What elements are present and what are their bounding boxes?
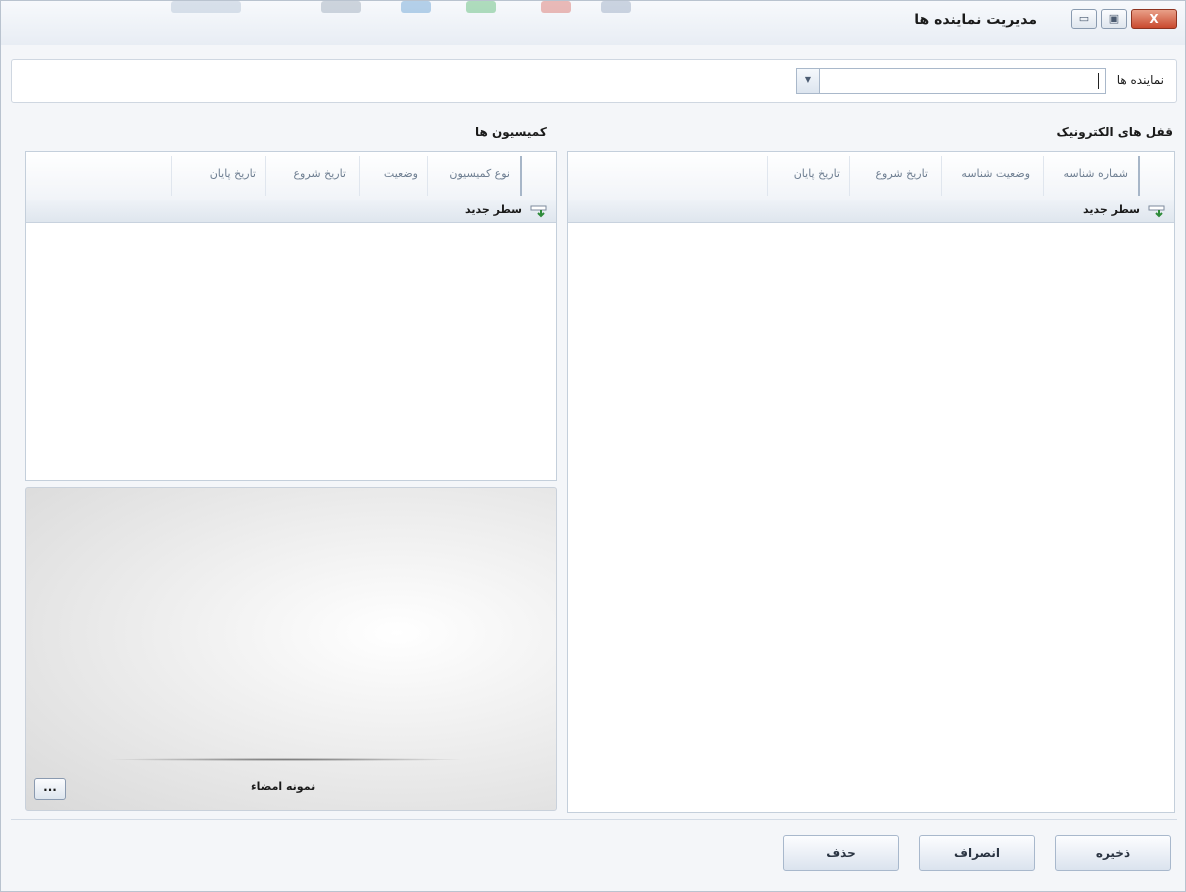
- commissions-section-title: کمیسیون ها: [475, 125, 547, 139]
- window-title: مدیریت نماینده ها: [914, 12, 1037, 28]
- browse-signature-button[interactable]: ...: [34, 778, 66, 800]
- commissions-col-end-date[interactable]: تاریخ پایان: [210, 167, 256, 180]
- locks-col-id-number[interactable]: شماره شناسه: [1063, 167, 1128, 180]
- footer-divider: [11, 819, 1177, 820]
- locks-section-title: قفل های الکترونیک: [1056, 125, 1174, 139]
- locks-col-end-date[interactable]: تاریخ پایان: [794, 167, 840, 180]
- background-app-strip: [171, 1, 651, 15]
- delete-button[interactable]: حذف: [783, 835, 899, 871]
- commissions-col-start-date[interactable]: تاریخ شروع: [293, 167, 346, 180]
- commissions-new-row-label: سطر جدید: [465, 203, 522, 216]
- close-button[interactable]: X: [1131, 9, 1177, 29]
- locks-grid[interactable]: شماره شناسه وضعیت شناسه تاریخ شروع تاریخ…: [567, 151, 1175, 813]
- agents-management-window: مدیریت نماینده ها ▭ ▣ X نماینده ها ▼ قفل…: [0, 0, 1186, 892]
- title-bar: مدیریت نماینده ها ▭ ▣ X: [1, 1, 1185, 45]
- chevron-down-icon[interactable]: ▼: [797, 69, 820, 93]
- maximize-button[interactable]: ▣: [1101, 9, 1127, 29]
- locks-new-row-label: سطر جدید: [1083, 203, 1140, 216]
- cancel-button[interactable]: انصراف: [919, 835, 1035, 871]
- locks-new-row[interactable]: سطر جدید: [568, 200, 1174, 223]
- commissions-new-row[interactable]: سطر جدید: [26, 200, 556, 223]
- commissions-grid[interactable]: نوع کمیسیون وضعیت تاریخ شروع تاریخ پایان…: [25, 151, 557, 481]
- new-row-icon: [1148, 205, 1165, 218]
- commissions-col-status[interactable]: وضعیت: [384, 167, 418, 180]
- locks-col-id-status[interactable]: وضعیت شناسه: [961, 167, 1030, 180]
- commissions-grid-header: نوع کمیسیون وضعیت تاریخ شروع تاریخ پایان: [26, 152, 556, 201]
- locks-col-start-date[interactable]: تاریخ شروع: [875, 167, 928, 180]
- signature-baseline: [106, 758, 466, 761]
- new-row-icon: [530, 205, 547, 218]
- signature-sample-label: نمونه امضاء: [251, 780, 316, 793]
- commissions-col-type[interactable]: نوع کمیسیون: [449, 167, 510, 180]
- save-button[interactable]: ذخیره: [1055, 835, 1171, 871]
- agents-selector-panel: نماینده ها ▼: [11, 59, 1177, 103]
- text-caret: [1098, 73, 1099, 89]
- agents-label: نماینده ها: [1116, 73, 1164, 87]
- signature-sample-panel: نمونه امضاء ...: [25, 487, 557, 811]
- agents-combobox[interactable]: ▼: [796, 68, 1106, 94]
- minimize-button[interactable]: ▭: [1071, 9, 1097, 29]
- locks-grid-header: شماره شناسه وضعیت شناسه تاریخ شروع تاریخ…: [568, 152, 1174, 201]
